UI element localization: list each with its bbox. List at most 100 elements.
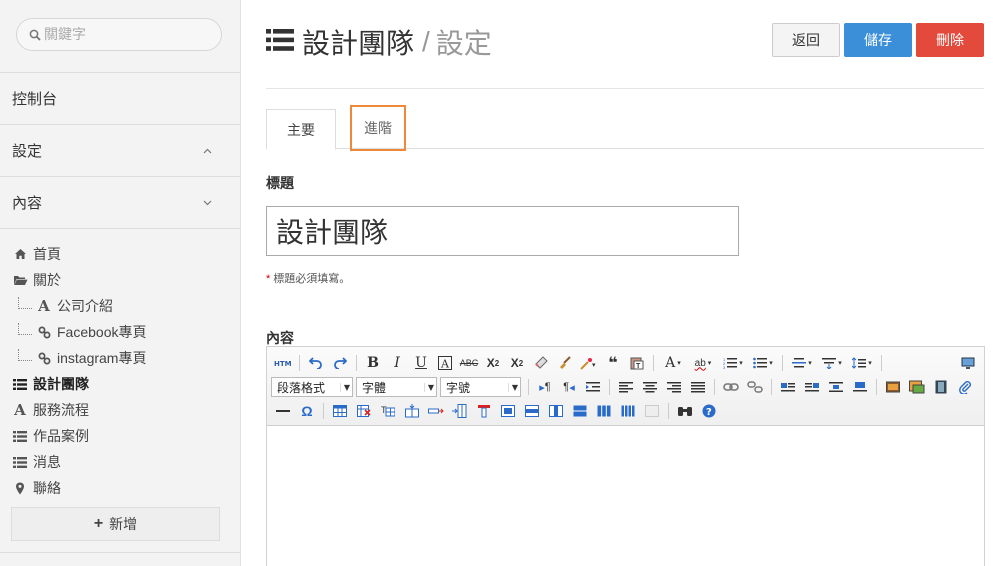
col-insert-icon[interactable] [448, 400, 472, 422]
table-props-icon[interactable]: T [376, 400, 400, 422]
ordered-list-icon[interactable]: 1 2 3 ▾ [718, 352, 748, 374]
text-color-icon[interactable]: A ▾ [658, 352, 688, 374]
cell-split-v-icon[interactable] [544, 400, 568, 422]
horizontal-rule-icon[interactable] [271, 400, 295, 422]
add-page-label: 新增 [109, 516, 138, 532]
block-left-icon[interactable] [776, 376, 800, 398]
fullscreen-icon[interactable] [956, 352, 980, 374]
tree-item-facebook[interactable]: Facebook專頁 [12, 319, 240, 345]
col-delete-icon[interactable] [472, 400, 496, 422]
image-icon[interactable] [881, 376, 905, 398]
toolbar-separator [299, 355, 300, 371]
block-center-icon[interactable] [824, 376, 848, 398]
editor-body[interactable] [267, 426, 984, 566]
media-gallery-icon[interactable] [905, 376, 929, 398]
align-right-icon[interactable] [662, 376, 686, 398]
font-box-icon[interactable]: A [433, 352, 457, 374]
toolbar-separator [323, 403, 324, 419]
help-icon[interactable]: ? [697, 400, 721, 422]
row-props-icon[interactable] [592, 400, 616, 422]
rtl-icon[interactable]: ¶ ◂ [557, 376, 581, 398]
size-select[interactable]: 字號 ▼ [440, 377, 521, 397]
nav-section-content[interactable]: 內容 [0, 177, 240, 229]
html-source-icon[interactable]: HTML [271, 352, 295, 374]
action-buttons: 返回 儲存 刪除 [772, 23, 984, 57]
indent-icon[interactable] [581, 376, 605, 398]
spellcheck-icon[interactable]: ab ▾ [688, 352, 718, 374]
title-field-label: 標題 [266, 175, 294, 191]
tree-item-label: Facebook專頁 [57, 324, 147, 340]
nav-section-settings[interactable]: 設定 [0, 125, 240, 177]
tree-item-portfolio[interactable]: 作品案例 [12, 423, 240, 449]
blockquote-icon[interactable]: ❝ [601, 352, 625, 374]
search-input[interactable] [44, 26, 204, 43]
brush-icon[interactable] [553, 352, 577, 374]
home-icon [12, 248, 28, 260]
svg-text:?: ? [706, 407, 712, 418]
tree-item-company-intro[interactable]: A 公司介紹 [12, 293, 240, 319]
row-delete-icon[interactable] [424, 400, 448, 422]
tree-item-about[interactable]: 關於 [12, 267, 240, 293]
row-insert-icon[interactable] [400, 400, 424, 422]
tree-item-label: 消息 [33, 454, 61, 470]
block-right-icon[interactable] [800, 376, 824, 398]
cell-split-h-icon[interactable] [520, 400, 544, 422]
paste-text-icon[interactable]: T [625, 352, 649, 374]
save-button[interactable]: 儲存 [844, 23, 912, 57]
font-select-value: 字體 [362, 380, 387, 395]
unlink-icon[interactable] [743, 376, 767, 398]
video-icon[interactable] [929, 376, 953, 398]
find-icon[interactable] [673, 400, 697, 422]
redo-icon[interactable] [328, 352, 352, 374]
special-char-icon[interactable]: Ω [295, 400, 319, 422]
align-vertical-icon[interactable]: ▾ [787, 352, 817, 374]
table-delete-icon[interactable] [352, 400, 376, 422]
tree-branch-line [18, 349, 32, 361]
format-select[interactable]: 段落格式 ▼ [271, 377, 353, 397]
required-note: * 標題必須填寫。 [266, 270, 984, 286]
main-content: 設計團隊 / 設定 返回 儲存 刪除 主要 進階 標題 設計團隊 * 標題必須填寫… [266, 0, 984, 348]
table-icon[interactable] [328, 400, 352, 422]
attachment-icon[interactable] [953, 376, 977, 398]
unordered-list-icon[interactable]: ▾ [748, 352, 778, 374]
align-justify-icon[interactable] [686, 376, 710, 398]
tab-main[interactable]: 主要 [266, 109, 336, 150]
delete-button[interactable]: 刪除 [916, 23, 984, 57]
block-full-icon[interactable] [848, 376, 872, 398]
tab-advanced[interactable]: 進階 [350, 105, 406, 151]
search-box[interactable] [16, 18, 222, 51]
tree-item-design-team[interactable]: 設計團隊 [12, 371, 240, 397]
align-left-icon[interactable] [614, 376, 638, 398]
list-icon [12, 456, 28, 468]
ltr-icon[interactable]: ▸ ¶ [533, 376, 557, 398]
title-field[interactable]: 設計團隊 [266, 206, 739, 256]
cell-icon[interactable] [496, 400, 520, 422]
align-bottom-icon[interactable]: ▾ [817, 352, 847, 374]
toolbar-separator [876, 379, 877, 395]
subscript-icon[interactable]: X2 [505, 352, 529, 374]
back-button[interactable]: 返回 [772, 23, 840, 57]
list-icon [12, 378, 28, 390]
align-center-icon[interactable] [638, 376, 662, 398]
merge-cells-icon[interactable] [568, 400, 592, 422]
font-select[interactable]: 字體 ▼ [356, 377, 437, 397]
col-props-icon[interactable] [616, 400, 640, 422]
bold-icon[interactable]: B [361, 352, 385, 374]
undo-icon[interactable] [304, 352, 328, 374]
superscript-icon[interactable]: X2 [481, 352, 505, 374]
add-page-button[interactable]: + 新增 [11, 507, 220, 541]
magic-wand-icon[interactable]: ▾ [577, 352, 601, 374]
nav-section-dashboard[interactable]: 控制台 [0, 73, 240, 125]
link-icon[interactable] [719, 376, 743, 398]
tree-item-service-flow[interactable]: A 服務流程 [12, 397, 240, 423]
eraser-icon[interactable] [529, 352, 553, 374]
toolbar-separator [653, 355, 654, 371]
tree-item-contact[interactable]: 聯絡 [12, 475, 240, 501]
italic-icon[interactable]: I [385, 352, 409, 374]
tree-item-home[interactable]: 首頁 [12, 241, 240, 267]
tree-item-news[interactable]: 消息 [12, 449, 240, 475]
underline-icon[interactable]: U [409, 352, 433, 374]
tree-item-instagram[interactable]: instagram專頁 [12, 345, 240, 371]
strikethrough-icon[interactable]: ABC [457, 352, 481, 374]
line-height-icon[interactable]: ▾ [847, 352, 877, 374]
